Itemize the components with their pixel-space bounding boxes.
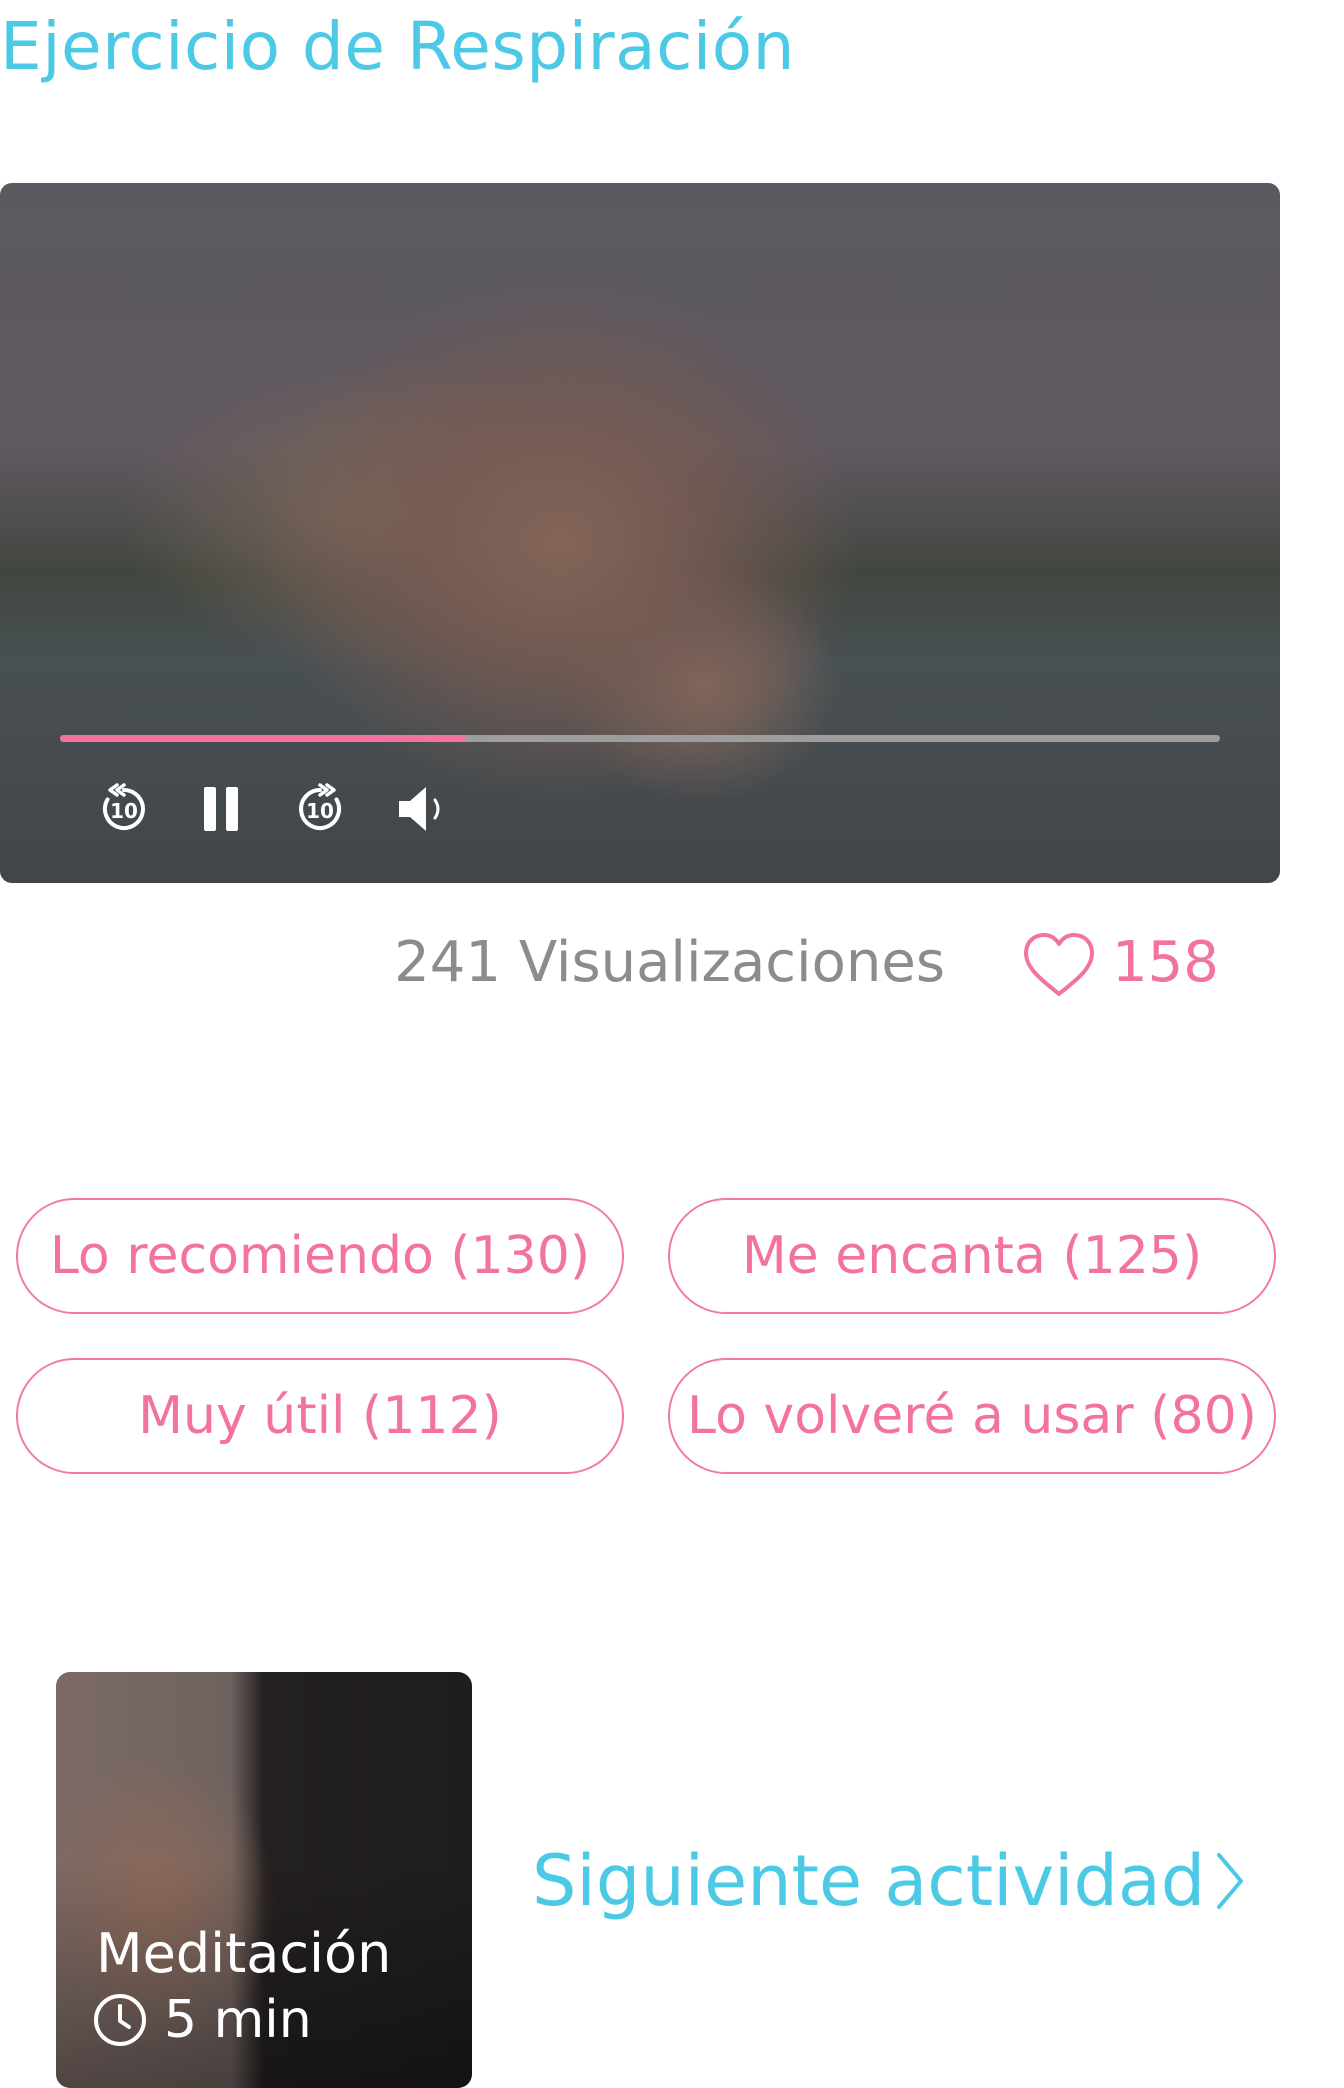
forward-10-button[interactable]: 10: [290, 779, 350, 839]
progress-bar[interactable]: [60, 735, 1220, 742]
clock-icon: [94, 1994, 146, 2046]
volume-icon: [399, 787, 440, 831]
video-stats: 241 Visualizaciones 158: [0, 930, 1240, 1000]
next-activity-label: Siguiente actividad: [532, 1840, 1206, 1922]
likes-count: 158: [1112, 930, 1219, 995]
forward-10-icon: 10: [299, 783, 342, 830]
reaction-recommend-button[interactable]: Lo recomiendo (130): [16, 1198, 624, 1314]
card-duration: 5 min: [92, 1990, 312, 2050]
reaction-reuse-button[interactable]: Lo volveré a usar (80): [668, 1358, 1276, 1474]
page-title: Ejercicio de Respiración: [0, 8, 795, 85]
svg-text:10: 10: [306, 799, 334, 823]
views-count: 241 Visualizaciones: [394, 930, 945, 995]
next-activity-card[interactable]: Meditación 5 min: [56, 1672, 472, 2088]
reaction-useful-button[interactable]: Muy útil (112): [16, 1358, 624, 1474]
duration-label: 5 min: [164, 1990, 312, 2050]
svg-text:10: 10: [110, 799, 138, 823]
volume-button[interactable]: [392, 779, 452, 839]
video-player[interactable]: 10 10: [0, 183, 1280, 883]
replay-10-icon: 10: [102, 783, 145, 830]
next-activity-link[interactable]: Siguiente actividad: [532, 1840, 1247, 1922]
reaction-love-button[interactable]: Me encanta (125): [668, 1198, 1276, 1314]
heart-icon[interactable]: [1020, 930, 1098, 1000]
chevron-right-icon: [1217, 1853, 1244, 1909]
replay-10-button[interactable]: 10: [94, 779, 154, 839]
pause-button[interactable]: [192, 779, 252, 839]
video-frame: [0, 183, 1280, 883]
pause-icon: [204, 787, 238, 831]
progress-fill: [60, 735, 466, 742]
card-title: Meditación: [96, 1922, 392, 1985]
